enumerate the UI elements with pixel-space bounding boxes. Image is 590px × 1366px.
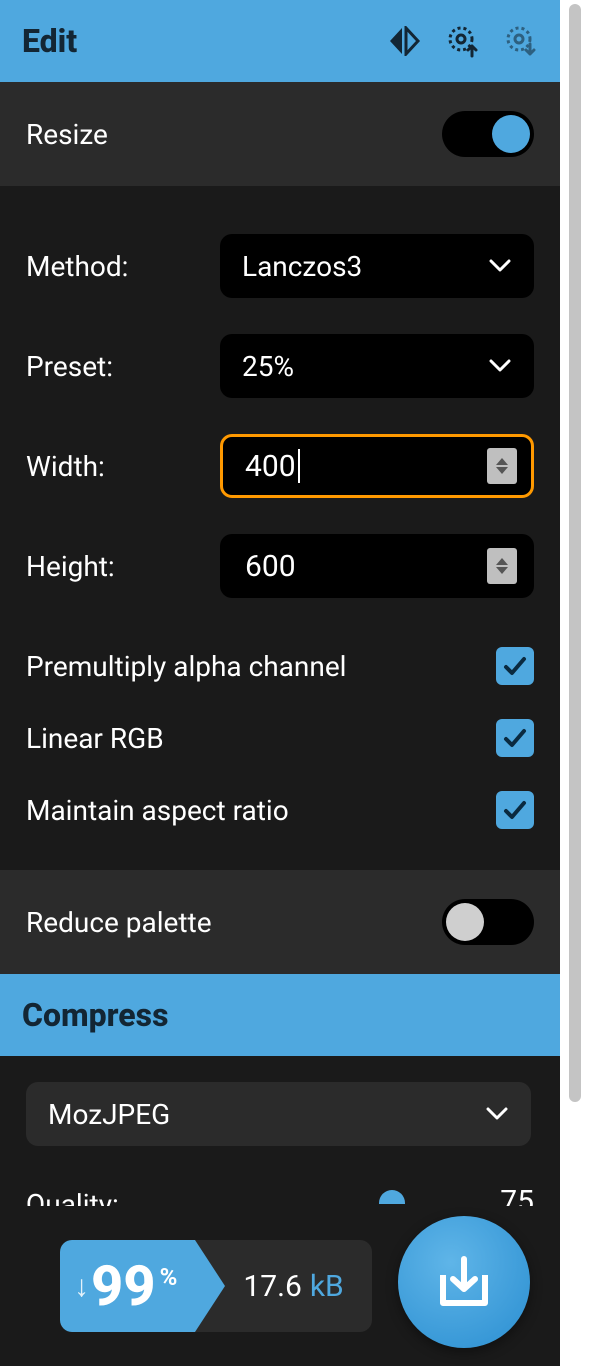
- download-icon: [433, 1251, 495, 1313]
- width-value: 400: [245, 449, 296, 484]
- header-icons: [386, 24, 538, 58]
- compress-header: Compress: [0, 974, 560, 1056]
- options-panel: Edit Resize Method: Lanczos3: [0, 0, 560, 1366]
- width-stepper[interactable]: [487, 448, 517, 484]
- width-label: Width:: [26, 450, 105, 483]
- settings-export-icon[interactable]: [504, 24, 538, 58]
- filesize-unit: kB: [310, 1269, 344, 1304]
- savings-badge: ↓ 99 %: [60, 1240, 195, 1332]
- codec-select[interactable]: MozJPEG: [26, 1082, 531, 1146]
- preset-label: Preset:: [26, 350, 113, 383]
- chevron-down-icon: [488, 254, 512, 278]
- edit-title: Edit: [22, 22, 77, 60]
- download-button[interactable]: [398, 1216, 530, 1348]
- chevron-down-icon: [485, 1102, 509, 1126]
- filesize-value: 17.6: [243, 1269, 302, 1304]
- width-input[interactable]: 400: [220, 434, 534, 498]
- scrollbar-thumb[interactable]: [569, 4, 581, 1102]
- resize-section-header: Resize: [0, 82, 560, 186]
- compare-icon[interactable]: [386, 26, 422, 56]
- height-value: 600: [245, 549, 296, 584]
- linear-rgb-checkbox[interactable]: [496, 719, 534, 757]
- palette-label: Reduce palette: [26, 906, 212, 939]
- down-arrow-icon: ↓: [74, 1269, 89, 1304]
- savings-percent: 99: [91, 1253, 156, 1319]
- scrollbar[interactable]: [560, 0, 590, 1366]
- text-caret: [298, 449, 300, 483]
- chevron-down-icon: [488, 354, 512, 378]
- resize-toggle[interactable]: [442, 111, 534, 157]
- palette-section: Reduce palette: [0, 870, 560, 974]
- codec-value: MozJPEG: [48, 1098, 170, 1131]
- height-label: Height:: [26, 550, 115, 583]
- linear-rgb-label: Linear RGB: [26, 722, 164, 755]
- palette-toggle[interactable]: [442, 899, 534, 945]
- resize-label: Resize: [26, 118, 108, 151]
- percent-sign: %: [160, 1263, 178, 1291]
- height-stepper[interactable]: [487, 548, 517, 584]
- edit-header: Edit: [0, 0, 560, 82]
- method-select[interactable]: Lanczos3: [220, 234, 534, 298]
- settings-import-icon[interactable]: [446, 24, 480, 58]
- results-bar: ↓ 99 % 17.6 kB: [0, 1206, 560, 1366]
- method-value: Lanczos3: [242, 250, 362, 283]
- height-input[interactable]: 600: [220, 534, 534, 598]
- resize-controls: Method: Lanczos3 Preset: 25% Width: 400: [0, 186, 560, 870]
- aspect-label: Maintain aspect ratio: [26, 794, 289, 827]
- premultiply-label: Premultiply alpha channel: [26, 650, 346, 683]
- method-label: Method:: [26, 250, 128, 283]
- aspect-checkbox[interactable]: [496, 791, 534, 829]
- preset-select[interactable]: 25%: [220, 334, 534, 398]
- premultiply-checkbox[interactable]: [496, 647, 534, 685]
- preset-value: 25%: [242, 350, 294, 383]
- savings-pill: ↓ 99 % 17.6 kB: [60, 1240, 372, 1332]
- compress-title: Compress: [22, 996, 168, 1034]
